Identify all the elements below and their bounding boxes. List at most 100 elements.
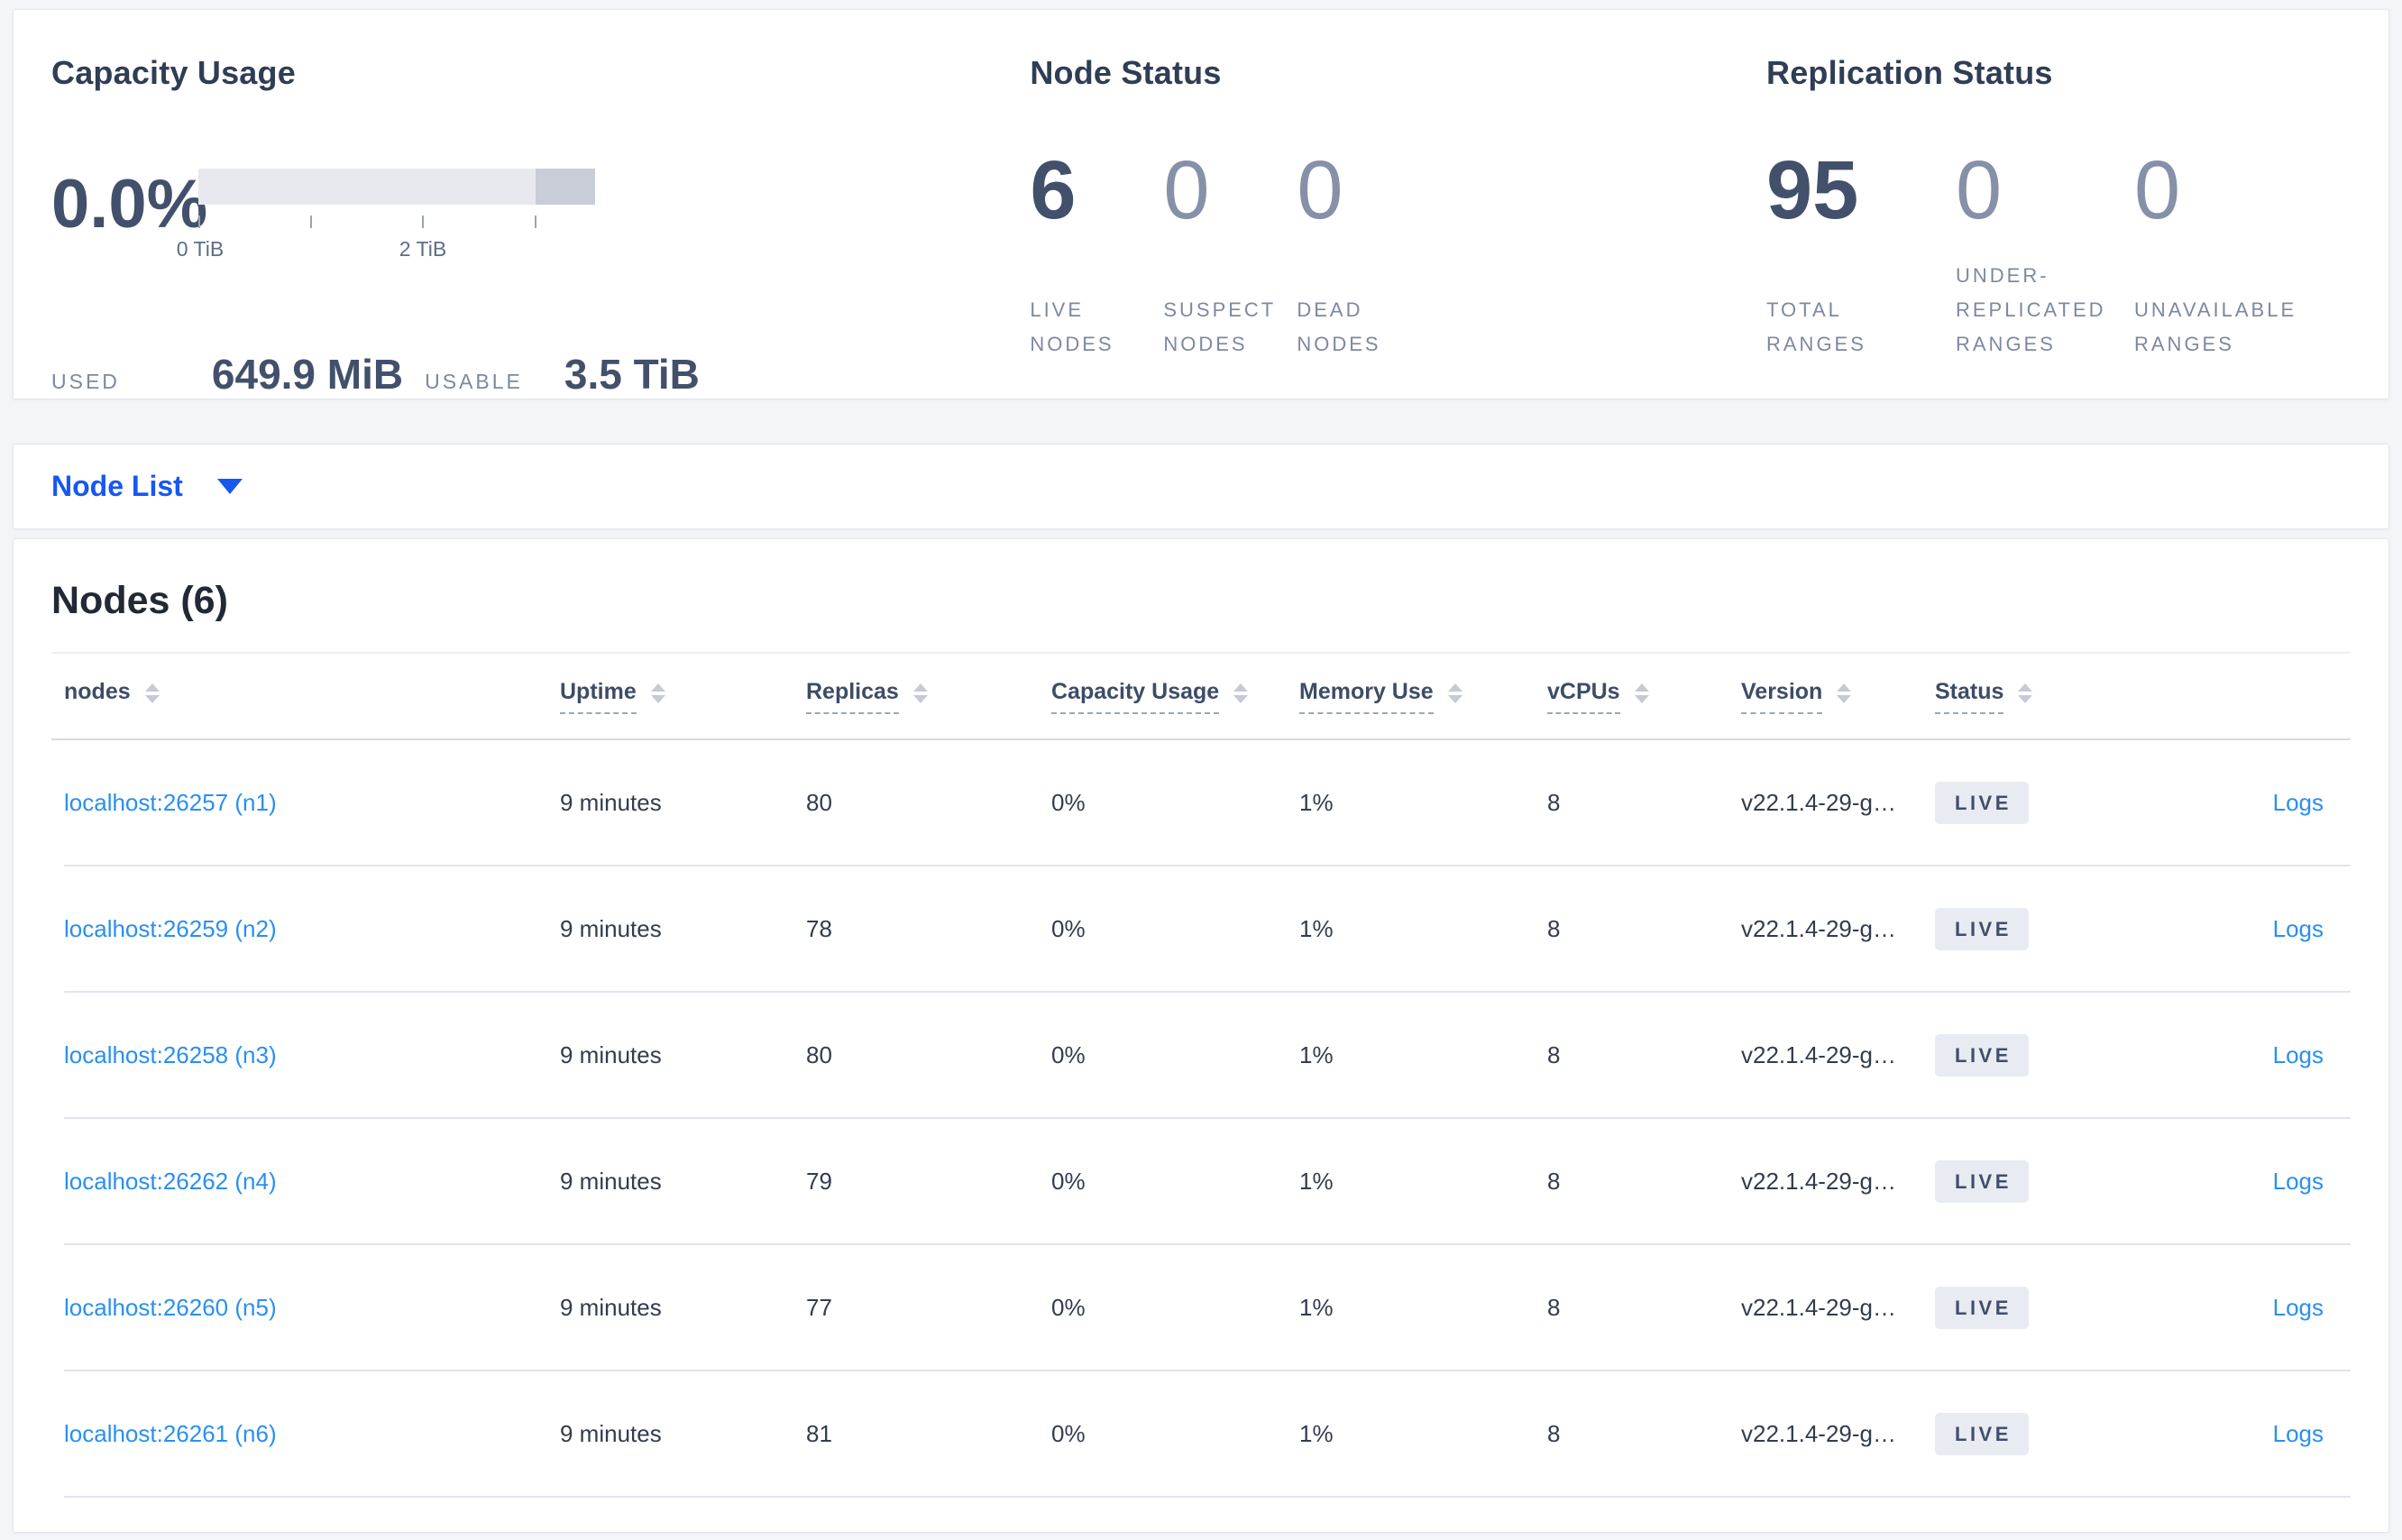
status-badge: LIVE	[1935, 1412, 2029, 1455]
logs-link[interactable]: Logs	[2273, 789, 2324, 816]
axis-tick-label: 2 TiB	[399, 237, 447, 261]
stat-live-nodes: 6 LIVE NODES	[1030, 149, 1163, 362]
table-row: localhost:26258 (n3) 9 minutes 80 0% 1% …	[64, 993, 2351, 1119]
used-label: USED	[51, 370, 120, 393]
table-row: localhost:26257 (n1) 9 minutes 80 0% 1% …	[64, 740, 2351, 866]
status-badge: LIVE	[1935, 1160, 2029, 1203]
stat-label: UNDER- REPLICATED RANGES	[1956, 264, 2106, 355]
status-badge: LIVE	[1935, 907, 2029, 950]
version-cell: v22.1.4-29-g…	[1741, 1167, 1896, 1195]
capacity-bar: 0 TiB 2 TiB	[177, 169, 595, 303]
stat-label: DEAD NODES	[1297, 298, 1381, 355]
sort-icon	[1447, 683, 1462, 703]
sort-icon	[1837, 683, 1852, 703]
vcpus-cell: 8	[1547, 788, 1561, 816]
table-row: localhost:26260 (n5) 9 minutes 77 0% 1% …	[64, 1245, 2351, 1371]
version-cell: v22.1.4-29-g…	[1741, 1293, 1896, 1321]
memory-use-cell: 1%	[1299, 1419, 1334, 1447]
chevron-down-icon	[216, 479, 243, 494]
node-link[interactable]: localhost:26258 (n3)	[64, 1041, 277, 1068]
capacity-bar-track	[198, 169, 595, 205]
axis-tick	[198, 215, 200, 228]
vcpus-cell: 8	[1547, 1040, 1561, 1068]
col-header-nodes[interactable]: nodes	[64, 679, 560, 714]
version-cell: v22.1.4-29-g…	[1741, 914, 1896, 942]
capacity-usage-title: Capacity Usage	[51, 54, 296, 91]
replicas-cell: 80	[806, 788, 832, 816]
vcpus-cell: 8	[1547, 1167, 1561, 1195]
node-status-title: Node Status	[1030, 54, 1222, 91]
table-row: localhost:26262 (n4) 9 minutes 79 0% 1% …	[64, 1119, 2351, 1245]
stat-value: 6	[1030, 144, 1077, 236]
capacity-usage-cell: 0%	[1051, 1167, 1086, 1195]
version-cell: v22.1.4-29-g…	[1741, 1419, 1896, 1447]
version-cell: v22.1.4-29-g…	[1741, 788, 1896, 816]
capacity-usage-cell: 0%	[1051, 1419, 1086, 1447]
col-header-uptime[interactable]: Uptime	[560, 679, 806, 714]
nodes-table-title: Nodes (6)	[51, 579, 228, 622]
stat-unavailable-ranges: 0 UNAVAILABLE RANGES	[2134, 149, 2351, 362]
sort-icon	[1233, 683, 1249, 703]
summary-card: Capacity Usage 0.0% 0 TiB 2 TiB USED 649…	[13, 9, 2389, 399]
status-badge: LIVE	[1935, 1286, 2029, 1329]
sort-icon	[912, 683, 928, 703]
stat-label: TOTAL RANGES	[1766, 298, 1866, 355]
used-value: 649.9 MiB	[211, 351, 404, 398]
logs-link[interactable]: Logs	[2273, 1168, 2324, 1195]
capacity-usage-section: Capacity Usage 0.0% 0 TiB 2 TiB USED 649…	[51, 55, 1030, 399]
logs-link[interactable]: Logs	[2273, 1041, 2324, 1068]
uptime-cell: 9 minutes	[560, 914, 662, 942]
uptime-cell: 9 minutes	[560, 1419, 662, 1447]
capacity-usage-cell: 0%	[1051, 914, 1086, 942]
node-link[interactable]: localhost:26259 (n2)	[64, 915, 277, 942]
view-selector-label: Node List	[51, 470, 183, 502]
uptime-cell: 9 minutes	[560, 788, 662, 816]
node-link[interactable]: localhost:26261 (n6)	[64, 1420, 277, 1447]
vcpus-cell: 8	[1547, 1293, 1561, 1321]
capacity-axis	[198, 215, 595, 228]
col-header-status[interactable]: Status	[1935, 679, 2165, 714]
node-link[interactable]: localhost:26262 (n4)	[64, 1168, 277, 1195]
logs-link[interactable]: Logs	[2273, 1420, 2324, 1447]
col-header-capacity-usage[interactable]: Capacity Usage	[1051, 679, 1299, 714]
logs-link[interactable]: Logs	[2273, 1294, 2324, 1321]
node-link[interactable]: localhost:26260 (n5)	[64, 1294, 277, 1321]
stat-value: 0	[1297, 144, 1343, 236]
replicas-cell: 80	[806, 1040, 832, 1068]
stat-label: SUSPECT NODES	[1163, 298, 1277, 355]
col-header-replicas[interactable]: Replicas	[806, 679, 1051, 714]
view-selector-bar: Node List	[13, 444, 2389, 529]
capacity-meta: USED 649.9 MiB USABLE 3.5 TiB	[51, 350, 1030, 399]
col-header-version[interactable]: Version	[1741, 679, 1935, 714]
sort-icon	[144, 683, 160, 703]
replicas-cell: 77	[806, 1293, 832, 1321]
stat-value: 0	[1163, 144, 1210, 236]
sort-icon	[650, 683, 665, 703]
node-link[interactable]: localhost:26257 (n1)	[64, 789, 277, 816]
logs-link[interactable]: Logs	[2273, 915, 2324, 942]
uptime-cell: 9 minutes	[560, 1293, 662, 1321]
status-badge: LIVE	[1935, 781, 2029, 824]
node-status-section: Node Status 6 LIVE NODES 0 SUSPECT NODES…	[1030, 55, 1766, 399]
view-selector-button[interactable]: Node List	[51, 470, 243, 503]
capacity-usage-cell: 0%	[1051, 1040, 1086, 1068]
stat-value: 95	[1766, 144, 1859, 236]
vcpus-cell: 8	[1547, 1419, 1561, 1447]
memory-use-cell: 1%	[1299, 914, 1334, 942]
capacity-bar-reserved-segment	[536, 169, 595, 205]
stat-under-replicated-ranges: 0 UNDER- REPLICATED RANGES	[1956, 149, 2134, 362]
sort-icon	[1634, 683, 1649, 703]
col-header-memory-use[interactable]: Memory Use	[1299, 679, 1547, 714]
axis-tick	[422, 215, 424, 228]
capacity-usage-cell: 0%	[1051, 1293, 1086, 1321]
status-badge: LIVE	[1935, 1033, 2029, 1077]
col-header-vcpus[interactable]: vCPUs	[1547, 679, 1741, 714]
usable-label: USABLE	[425, 370, 523, 393]
replication-status-title: Replication Status	[1766, 54, 2053, 91]
axis-tick	[535, 215, 536, 228]
table-row: localhost:26261 (n6) 9 minutes 81 0% 1% …	[64, 1371, 2351, 1498]
stat-value: 0	[2134, 144, 2181, 236]
usable-value: 3.5 TiB	[564, 351, 700, 398]
nodes-card: Nodes (6) nodes Uptime Replicas Capacity…	[13, 538, 2389, 1533]
sort-icon	[2018, 683, 2033, 703]
